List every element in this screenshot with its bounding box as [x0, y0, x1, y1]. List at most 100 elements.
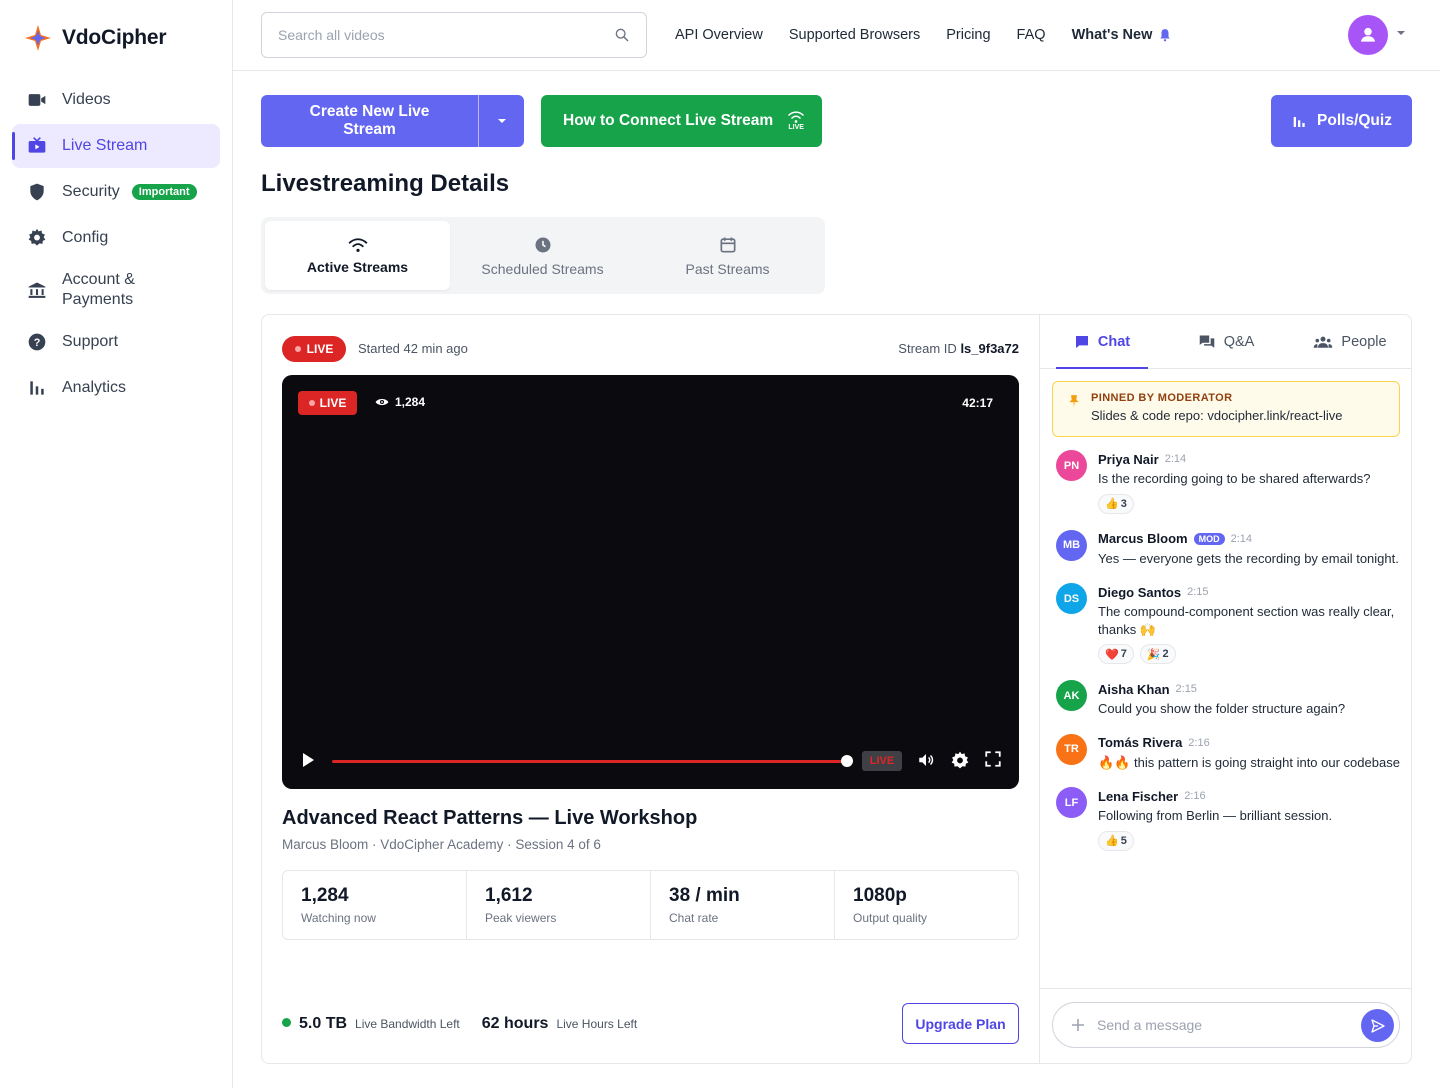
sidebar-item-support[interactable]: ? Support — [12, 320, 220, 364]
player-live-indicator[interactable]: LIVE — [862, 751, 902, 771]
create-options-dropdown[interactable] — [478, 95, 524, 147]
bandwidth-label: Live Bandwidth Left — [355, 1017, 460, 1031]
reaction-count: 5 — [1120, 834, 1127, 847]
chat-message: DS Diego Santos 2:15 The compound-compone… — [1056, 583, 1401, 664]
sidebar-item-label-line1: Account & — [62, 271, 135, 288]
bank-icon — [26, 279, 48, 301]
message-time: 2:14 — [1164, 453, 1187, 465]
chat-input-box[interactable] — [1052, 1002, 1400, 1048]
plus-icon[interactable] — [1071, 1018, 1085, 1032]
message-time: 2:15 — [1175, 683, 1197, 695]
stream-id-label: Stream ID — [898, 341, 957, 356]
stream-id: Stream ID ls_9f3a72 — [898, 341, 1019, 356]
tab-past-streams[interactable]: Past Streams — [635, 221, 820, 290]
tab-scheduled-streams[interactable]: Scheduled Streams — [450, 221, 635, 290]
eye-icon — [375, 397, 389, 407]
tab-people[interactable]: People — [1288, 315, 1412, 368]
nav-link-pricing[interactable]: Pricing — [946, 27, 990, 43]
nav-link-whats-new[interactable]: What's New — [1072, 27, 1173, 43]
send-button[interactable] — [1361, 1009, 1394, 1042]
svg-text:?: ? — [34, 337, 41, 349]
stat-label: Output quality — [853, 911, 928, 925]
settings-icon[interactable] — [950, 750, 970, 770]
sidebar-item-label: Analytics — [62, 379, 127, 396]
reaction[interactable]: 🎉 2 — [1139, 644, 1176, 664]
upgrade-plan-button[interactable]: Upgrade Plan — [902, 1003, 1019, 1044]
sidebar-item-label: Account & Payments — [62, 270, 135, 310]
stream-tabs: Active Streams Scheduled Streams Past St… — [261, 217, 825, 294]
nav-link-faq[interactable]: FAQ — [1017, 27, 1046, 43]
progress-handle[interactable] — [841, 755, 853, 767]
play-icon[interactable] — [300, 751, 316, 769]
stat-peak-viewers: 1,612 Peak viewers — [467, 871, 651, 939]
chevron-down-icon[interactable] — [1396, 28, 1406, 38]
stat-label: Watching now — [301, 911, 376, 925]
reaction[interactable]: 👍 3 — [1098, 493, 1134, 514]
tab-qa[interactable]: Q&A — [1164, 315, 1288, 368]
fullscreen-icon[interactable] — [984, 750, 1002, 768]
clock-icon — [533, 235, 553, 255]
hours-value: 62 hours — [481, 1015, 549, 1032]
avatar: AK — [1056, 680, 1087, 711]
chat-message: PN Priya Nair 2:14 Is the recording going… — [1056, 450, 1401, 514]
sidebar-item-label: Config — [62, 229, 109, 246]
user-avatar-button[interactable] — [1348, 15, 1388, 55]
search-icon[interactable] — [614, 27, 630, 43]
polls-quiz-label: Polls/Quiz — [1317, 112, 1392, 129]
volume-icon[interactable] — [917, 750, 935, 770]
reaction[interactable]: ❤️ 7 — [1098, 644, 1134, 664]
pinned-text: Slides & code repo: vdocipher.link/react… — [1091, 408, 1343, 423]
create-live-stream-split-button: Create New Live Stream — [261, 95, 524, 147]
bar-chart-icon — [26, 377, 48, 399]
nav-link-supported-browsers[interactable]: Supported Browsers — [789, 27, 920, 43]
create-live-stream-button[interactable]: Create New Live Stream — [261, 95, 478, 147]
avatar: LF — [1056, 787, 1087, 818]
hours-label: Live Hours Left — [556, 1017, 638, 1031]
nav-link-api-overview[interactable]: API Overview — [675, 27, 763, 43]
how-to-connect-button[interactable]: How to Connect Live Stream LIVE — [541, 95, 822, 147]
tab-active-streams[interactable]: Active Streams — [265, 221, 450, 290]
reaction-emoji: 👍 — [1105, 835, 1119, 847]
stat-value: 1,284 — [301, 885, 349, 906]
author-name[interactable]: Lena Fischer — [1098, 789, 1178, 804]
reaction[interactable]: 👍 5 — [1098, 830, 1134, 851]
chat-panel: Chat Q&A People PINNED BY MODERATOR Slid… — [1039, 315, 1412, 1063]
search-input[interactable] — [278, 27, 614, 43]
stream-title: Advanced React Patterns — Live Workshop — [282, 807, 698, 829]
page-title: Livestreaming Details — [261, 170, 510, 197]
chat-message-input[interactable] — [1097, 1017, 1399, 1033]
gear-icon — [26, 227, 48, 249]
usage-summary: 5.0 TB Live Bandwidth Left 62 hours Live… — [282, 1015, 651, 1033]
sidebar-item-analytics[interactable]: Analytics — [12, 366, 220, 410]
live-status-label: LIVE — [306, 342, 334, 356]
progress-bar[interactable] — [332, 760, 848, 763]
search-box[interactable] — [261, 12, 647, 58]
video-player[interactable]: LIVE 1,284 42:17 LIVE — [282, 375, 1019, 789]
author-name[interactable]: Tomás Rivera — [1098, 735, 1182, 750]
sidebar-item-account-payments[interactable]: Account & Payments — [12, 262, 220, 318]
message-text: 🔥🔥 this pattern is going straight into o… — [1098, 754, 1400, 770]
chat-message: LF Lena Fischer 2:16 Following from Berli… — [1056, 787, 1401, 851]
sidebar-item-videos[interactable]: Videos — [12, 78, 220, 122]
stat-chat-rate: 38 / min Chat rate — [651, 871, 835, 939]
stream-card: LIVE Started 42 min ago Stream ID ls_9f3… — [261, 314, 1412, 1064]
tab-label: Scheduled Streams — [481, 260, 604, 277]
author-name[interactable]: Priya Nair — [1098, 452, 1159, 467]
author-name[interactable]: Marcus Bloom — [1098, 531, 1188, 546]
question-answer-icon — [1198, 334, 1216, 350]
author-name[interactable]: Diego Santos — [1098, 585, 1181, 600]
pinned-message[interactable]: PINNED BY MODERATOR Slides & code repo: … — [1052, 381, 1400, 437]
author-name[interactable]: Aisha Khan — [1098, 682, 1170, 697]
brand[interactable]: VdoCipher — [24, 24, 167, 52]
sidebar-item-security[interactable]: Security Important — [12, 170, 220, 214]
viewer-count-value: 1,284 — [395, 395, 426, 409]
message-text: Yes — everyone gets the recording by ema… — [1098, 550, 1399, 566]
brand-name: VdoCipher — [62, 26, 167, 49]
video-camera-icon — [26, 89, 48, 111]
sidebar-item-config[interactable]: Config — [12, 216, 220, 260]
tab-chat[interactable]: Chat — [1040, 315, 1164, 369]
sidebar-item-live-stream[interactable]: Live Stream — [12, 124, 220, 168]
polls-quiz-button[interactable]: Polls/Quiz — [1271, 95, 1412, 147]
wifi-icon — [347, 237, 369, 253]
pinned-header: PINNED BY MODERATOR — [1091, 392, 1233, 404]
